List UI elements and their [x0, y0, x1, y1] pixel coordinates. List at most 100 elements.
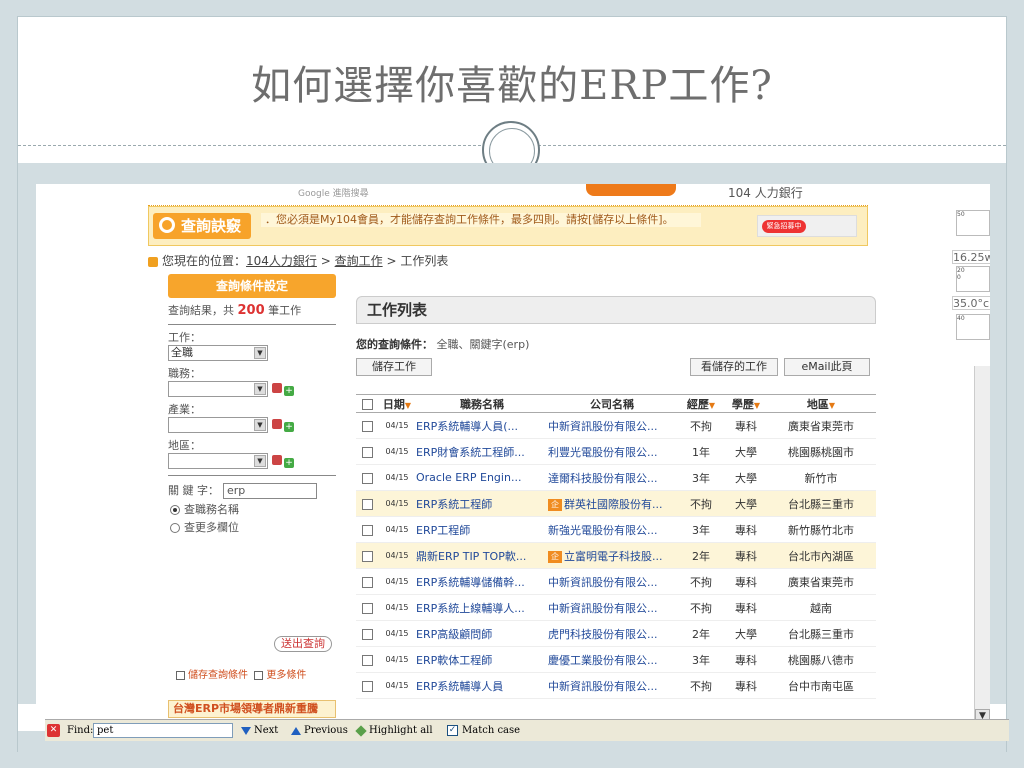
- submit-search-button[interactable]: 送出查詢: [274, 636, 332, 652]
- job-table-header: 日期▼ 職務名稱 公司名稱 經歷▼ 學歷▼ 地區▼: [356, 394, 876, 413]
- find-previous-button[interactable]: Previous: [291, 725, 348, 736]
- job-type-select[interactable]: 全職 ▼: [168, 345, 268, 361]
- table-row[interactable]: 04/15 ERP系統輔導人員(... 中新資訊股份有限公... 不拘 專科 廣東省東莞市: [356, 412, 876, 439]
- keyword-input[interactable]: erp: [223, 483, 317, 499]
- trash-icon[interactable]: [272, 419, 282, 429]
- row-company-link[interactable]: 新強光電股份有限公...: [548, 516, 676, 543]
- row-checkbox[interactable]: [361, 498, 373, 510]
- table-row[interactable]: 04/15 ERP系統上線輔導人... 中新資訊股份有限公... 不拘 專科 越南: [356, 594, 876, 621]
- row-checkbox[interactable]: [361, 524, 373, 536]
- row-company-link[interactable]: 虎門科技股份有限公...: [548, 620, 676, 647]
- row-job-title-link[interactable]: ERP系統輔導儲備幹...: [416, 568, 548, 595]
- power-readout: 16.25w: [952, 250, 990, 264]
- table-row[interactable]: 04/15 ERP財會系統工程師... 利豐光電股份有限公... 1年 大學 桃園縣桃園市: [356, 438, 876, 465]
- breadcrumb-home-link[interactable]: 104人力銀行: [246, 254, 317, 268]
- row-experience: 不拘: [676, 568, 726, 595]
- row-company-link[interactable]: 中新資訊股份有限公...: [548, 594, 676, 621]
- area-select[interactable]: ▼: [168, 453, 268, 469]
- close-icon[interactable]: ✕: [47, 724, 60, 737]
- col-area[interactable]: 地區▼: [766, 394, 876, 413]
- row-company-link[interactable]: 中新資訊股份有限公...: [548, 412, 676, 439]
- row-education: 大學: [726, 490, 766, 517]
- row-job-title-link[interactable]: ERP系統上線輔導人...: [416, 594, 548, 621]
- radio-selected-icon[interactable]: [170, 505, 180, 515]
- find-input[interactable]: pet: [93, 723, 233, 738]
- add-icon[interactable]: +: [284, 422, 294, 432]
- trash-icon[interactable]: [272, 455, 282, 465]
- row-select-cell: [356, 594, 378, 621]
- save-jobs-button[interactable]: 儲存工作: [356, 358, 432, 376]
- radio-unselected-icon[interactable]: [170, 523, 180, 533]
- view-saved-jobs-button[interactable]: 看儲存的工作: [690, 358, 778, 376]
- breadcrumb-search-link[interactable]: 查詢工作: [335, 254, 383, 268]
- row-date: 04/15: [378, 490, 416, 517]
- email-page-button[interactable]: eMail此頁: [784, 358, 870, 376]
- row-checkbox[interactable]: [361, 654, 373, 666]
- table-row[interactable]: 04/15 ERP系統輔導儲備幹... 中新資訊股份有限公... 不拘 專科 廣東省東莞市: [356, 568, 876, 595]
- row-company-name: 利豐光電股份有限公...: [548, 445, 658, 459]
- more-criteria-link[interactable]: 更多條件: [266, 670, 306, 681]
- col-exp[interactable]: 經歷▼: [676, 394, 726, 413]
- sidebar-divider: [168, 475, 336, 476]
- chevron-down-icon[interactable]: ▼: [254, 455, 266, 467]
- row-checkbox[interactable]: [361, 420, 373, 432]
- table-row[interactable]: 04/15 ERP高級顧問師 虎門科技股份有限公... 2年 大學 台北縣三重市: [356, 620, 876, 647]
- row-company-link[interactable]: 慶優工業股份有限公...: [548, 646, 676, 673]
- google-search-text[interactable]: Google 進階搜尋: [298, 186, 369, 199]
- row-job-title-link[interactable]: ERP高級顧問師: [416, 620, 548, 647]
- col-date[interactable]: 日期▼: [378, 394, 416, 413]
- banner-orange-tab: [586, 184, 676, 196]
- chevron-down-icon[interactable]: ▼: [254, 419, 266, 431]
- row-job-title-link[interactable]: ERP系統輔導人員: [416, 672, 548, 699]
- table-row[interactable]: 04/15 Oracle ERP Engin... 達爾科技股份有限公... 3年 大學…: [356, 464, 876, 491]
- row-checkbox[interactable]: [361, 550, 373, 562]
- row-job-title-link[interactable]: 鼎新ERP TIP TOP軟...: [416, 542, 548, 569]
- row-job-title-link[interactable]: ERP財會系統工程師...: [416, 438, 548, 465]
- select-all-checkbox[interactable]: [361, 398, 373, 410]
- urgent-hiring-badge[interactable]: 緊急招募中: [757, 215, 857, 237]
- row-job-title-link[interactable]: Oracle ERP Engin...: [416, 464, 548, 491]
- add-icon[interactable]: +: [284, 386, 294, 396]
- radio-title-search[interactable]: 查職務名稱: [168, 501, 336, 517]
- row-checkbox[interactable]: [361, 576, 373, 588]
- row-select-cell: [356, 412, 378, 439]
- row-job-title-link[interactable]: ERP系統工程師: [416, 490, 548, 517]
- sidebar-promo[interactable]: 台灣ERP市場領導者鼎新重騰: [168, 700, 336, 718]
- radio-more-fields-label: 查更多欄位: [184, 521, 239, 534]
- table-row[interactable]: 04/15 ERP軟体工程師 慶優工業股份有限公... 3年 專科 桃園縣八德市: [356, 646, 876, 673]
- row-company-link[interactable]: 利豐光電股份有限公...: [548, 438, 676, 465]
- find-next-button[interactable]: Next: [241, 725, 278, 736]
- chevron-down-icon[interactable]: ▼: [254, 347, 266, 359]
- row-company-link[interactable]: 中新資訊股份有限公...: [548, 568, 676, 595]
- row-job-title-link[interactable]: ERP工程師: [416, 516, 548, 543]
- row-checkbox[interactable]: [361, 680, 373, 692]
- breadcrumb-prefix: 您現在的位置：: [162, 254, 247, 268]
- row-checkbox[interactable]: [361, 472, 373, 484]
- checkbox-checked-icon[interactable]: ✓: [447, 725, 458, 736]
- row-job-title-link[interactable]: ERP系統輔導人員(...: [416, 412, 548, 439]
- row-company-link[interactable]: 企立富明電子科技股...: [548, 542, 676, 569]
- table-row[interactable]: 04/15 ERP系統工程師企群英社國際股份有... 不拘 大學 台北縣三重市: [356, 490, 876, 517]
- industry-select[interactable]: ▼: [168, 417, 268, 433]
- row-education: 專科: [726, 516, 766, 543]
- row-company-link[interactable]: 達爾科技股份有限公...: [548, 464, 676, 491]
- row-company-link[interactable]: 中新資訊股份有限公...: [548, 672, 676, 699]
- duty-select[interactable]: ▼: [168, 381, 268, 397]
- row-company-name: 群英社國際股份有...: [564, 497, 663, 511]
- radio-more-fields[interactable]: 查更多欄位: [168, 519, 336, 535]
- row-job-title-link[interactable]: ERP軟体工程師: [416, 646, 548, 673]
- add-icon[interactable]: +: [284, 458, 294, 468]
- table-row[interactable]: 04/15 ERP系統輔導人員 中新資訊股份有限公... 不拘 專科 台中市南屯區: [356, 672, 876, 699]
- table-row[interactable]: 04/15 鼎新ERP TIP TOP軟... 企立富明電子科技股... 2年 專科 台北…: [356, 542, 876, 569]
- match-case-checkbox[interactable]: ✓ Match case: [447, 725, 520, 736]
- table-row[interactable]: 04/15 ERP工程師 新強光電股份有限公... 3年 專科 新竹縣竹北市: [356, 516, 876, 543]
- chevron-down-icon[interactable]: ▼: [254, 383, 266, 395]
- highlight-all-button[interactable]: Highlight all: [355, 724, 433, 737]
- row-checkbox[interactable]: [361, 446, 373, 458]
- row-checkbox[interactable]: [361, 628, 373, 640]
- col-edu[interactable]: 學歷▼: [726, 394, 766, 413]
- row-company-link[interactable]: 企群英社國際股份有...: [548, 490, 676, 517]
- save-criteria-link[interactable]: 儲存查詢條件: [188, 670, 248, 681]
- trash-icon[interactable]: [272, 383, 282, 393]
- row-checkbox[interactable]: [361, 602, 373, 614]
